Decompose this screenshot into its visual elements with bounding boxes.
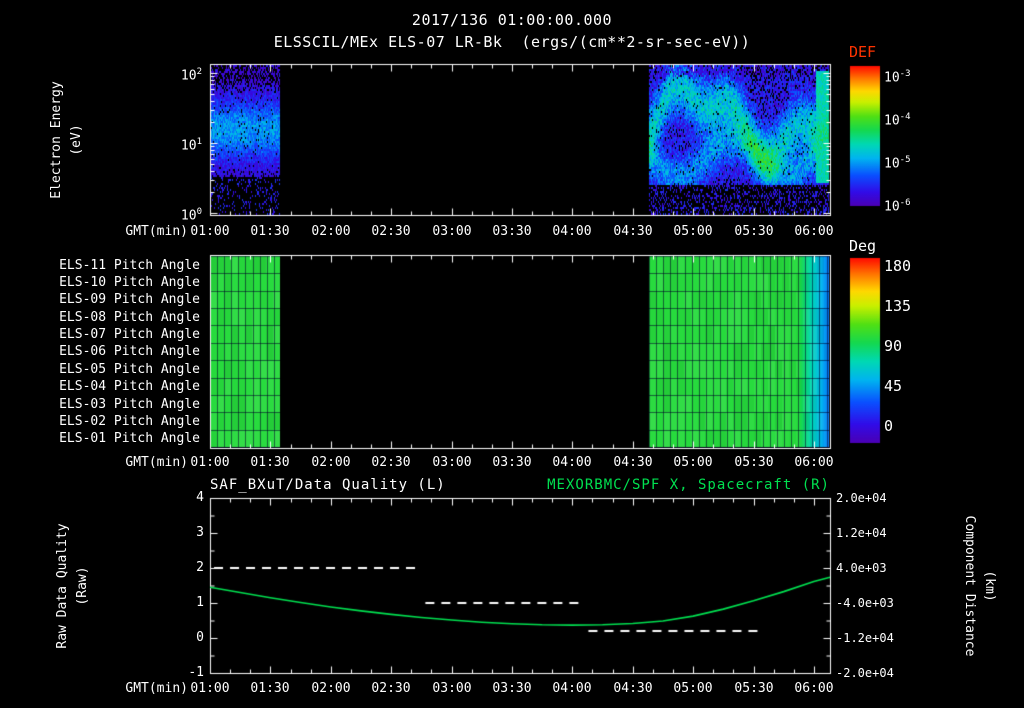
- pitch-row-label: ELS-01 Pitch Angle: [59, 431, 200, 446]
- energy-axis-label: Electron Energy: [49, 81, 64, 199]
- time-tick-pitch: 02:00: [311, 455, 351, 470]
- time-tick-pitch: 05:00: [673, 455, 713, 470]
- time-tick-spectrogram: 03:00: [432, 224, 472, 239]
- time-tick-pitch: 03:30: [492, 455, 532, 470]
- deg-colorbar-tick: 0: [884, 417, 894, 435]
- time-tick-line: 04:00: [552, 681, 592, 696]
- pitch-row-label: ELS-10 Pitch Angle: [59, 275, 200, 290]
- time-tick-pitch: 04:30: [613, 455, 653, 470]
- time-tick-line: 04:30: [613, 681, 653, 696]
- energy-tick: 100: [180, 207, 202, 224]
- time-tick-spectrogram: 04:30: [613, 224, 653, 239]
- time-tick-pitch: 02:30: [371, 455, 411, 470]
- deg-colorbar-title: Deg: [849, 237, 877, 255]
- distance-tick: 4.0e+03: [836, 561, 887, 575]
- page-title-datetime: 2017/136 01:00:00.000: [411, 11, 613, 29]
- pitch-row-label: ELS-03 Pitch Angle: [59, 397, 200, 412]
- time-tick-spectrogram: 01:00: [190, 224, 230, 239]
- pitch-row-label: ELS-07 Pitch Angle: [59, 327, 200, 342]
- time-tick-line: 06:00: [794, 681, 834, 696]
- time-tick-spectrogram: 05:00: [673, 224, 713, 239]
- quality-tick: 2: [196, 560, 204, 575]
- time-tick-line: 05:00: [673, 681, 713, 696]
- time-tick-line: 03:30: [492, 681, 532, 696]
- quality-tick: -1: [188, 665, 204, 680]
- def-colorbar-title: DEF: [849, 43, 877, 61]
- distance-axis-units: (km): [982, 570, 997, 602]
- time-tick-pitch: 06:00: [794, 455, 834, 470]
- distance-axis-label: Component Distance: [962, 515, 977, 657]
- pitch-row-label: ELS-11 Pitch Angle: [59, 258, 200, 273]
- quality-axis-units: (Raw): [75, 566, 90, 606]
- time-tick-pitch: 03:00: [432, 455, 472, 470]
- time-tick-line: 02:30: [371, 681, 411, 696]
- time-tick-pitch: 01:30: [250, 455, 290, 470]
- pitch-row-label: ELS-09 Pitch Angle: [59, 292, 200, 307]
- gmt-label-spectrogram: GMT(min): [125, 224, 188, 239]
- quality-series-title: SAF_BXuT/Data Quality (L): [210, 477, 446, 493]
- quality-axis-label: Raw Data Quality: [55, 523, 70, 649]
- def-colorbar-tick: 10-5: [884, 155, 911, 172]
- pitch-row-label: ELS-04 Pitch Angle: [59, 379, 200, 394]
- def-colorbar-tick: 10-6: [884, 198, 911, 215]
- time-tick-line: 01:00: [190, 681, 230, 696]
- time-tick-spectrogram: 04:00: [552, 224, 592, 239]
- time-tick-pitch: 05:30: [734, 455, 774, 470]
- pitch-row-label: ELS-08 Pitch Angle: [59, 310, 200, 325]
- pitch-row-label: ELS-02 Pitch Angle: [59, 414, 200, 429]
- distance-tick: -1.2e+04: [836, 631, 894, 645]
- time-tick-line: 03:00: [432, 681, 472, 696]
- deg-colorbar-tick: 45: [884, 377, 903, 395]
- def-colorbar-tick: 10-4: [884, 112, 911, 129]
- distance-tick: 2.0e+04: [836, 491, 887, 505]
- quality-tick: 3: [196, 525, 204, 540]
- time-tick-spectrogram: 03:30: [492, 224, 532, 239]
- gmt-label-pitch: GMT(min): [125, 455, 188, 470]
- deg-colorbar-tick: 135: [884, 297, 912, 315]
- spacecraft-series-title: MEXORBMC/SPF X, Spacecraft (R): [547, 477, 830, 493]
- gmt-label-line: GMT(min): [125, 681, 188, 696]
- distance-tick: -2.0e+04: [836, 666, 894, 680]
- def-colorbar-tick: 10-3: [884, 69, 911, 86]
- time-tick-pitch: 01:00: [190, 455, 230, 470]
- time-tick-spectrogram: 02:30: [371, 224, 411, 239]
- deg-colorbar-tick: 180: [884, 257, 912, 275]
- time-tick-line: 05:30: [734, 681, 774, 696]
- quality-tick: 1: [196, 595, 204, 610]
- energy-tick: 101: [180, 137, 202, 154]
- time-tick-line: 01:30: [250, 681, 290, 696]
- energy-tick: 102: [180, 67, 202, 84]
- time-tick-spectrogram: 05:30: [734, 224, 774, 239]
- quality-tick: 0: [196, 630, 204, 645]
- distance-tick: 1.2e+04: [836, 526, 887, 540]
- time-tick-line: 02:00: [311, 681, 351, 696]
- pitch-row-label: ELS-06 Pitch Angle: [59, 344, 200, 359]
- time-tick-spectrogram: 02:00: [311, 224, 351, 239]
- time-tick-spectrogram: 06:00: [794, 224, 834, 239]
- time-tick-spectrogram: 01:30: [250, 224, 290, 239]
- quality-tick: 4: [196, 490, 204, 505]
- energy-axis-units: (eV): [69, 124, 84, 156]
- deg-colorbar-tick: 90: [884, 337, 903, 355]
- pitch-row-label: ELS-05 Pitch Angle: [59, 362, 200, 377]
- distance-tick: -4.0e+03: [836, 596, 894, 610]
- plot-screen: 2017/136 01:00:00.000 ELSSCIL/MEx ELS-07…: [0, 0, 1024, 708]
- time-tick-pitch: 04:00: [552, 455, 592, 470]
